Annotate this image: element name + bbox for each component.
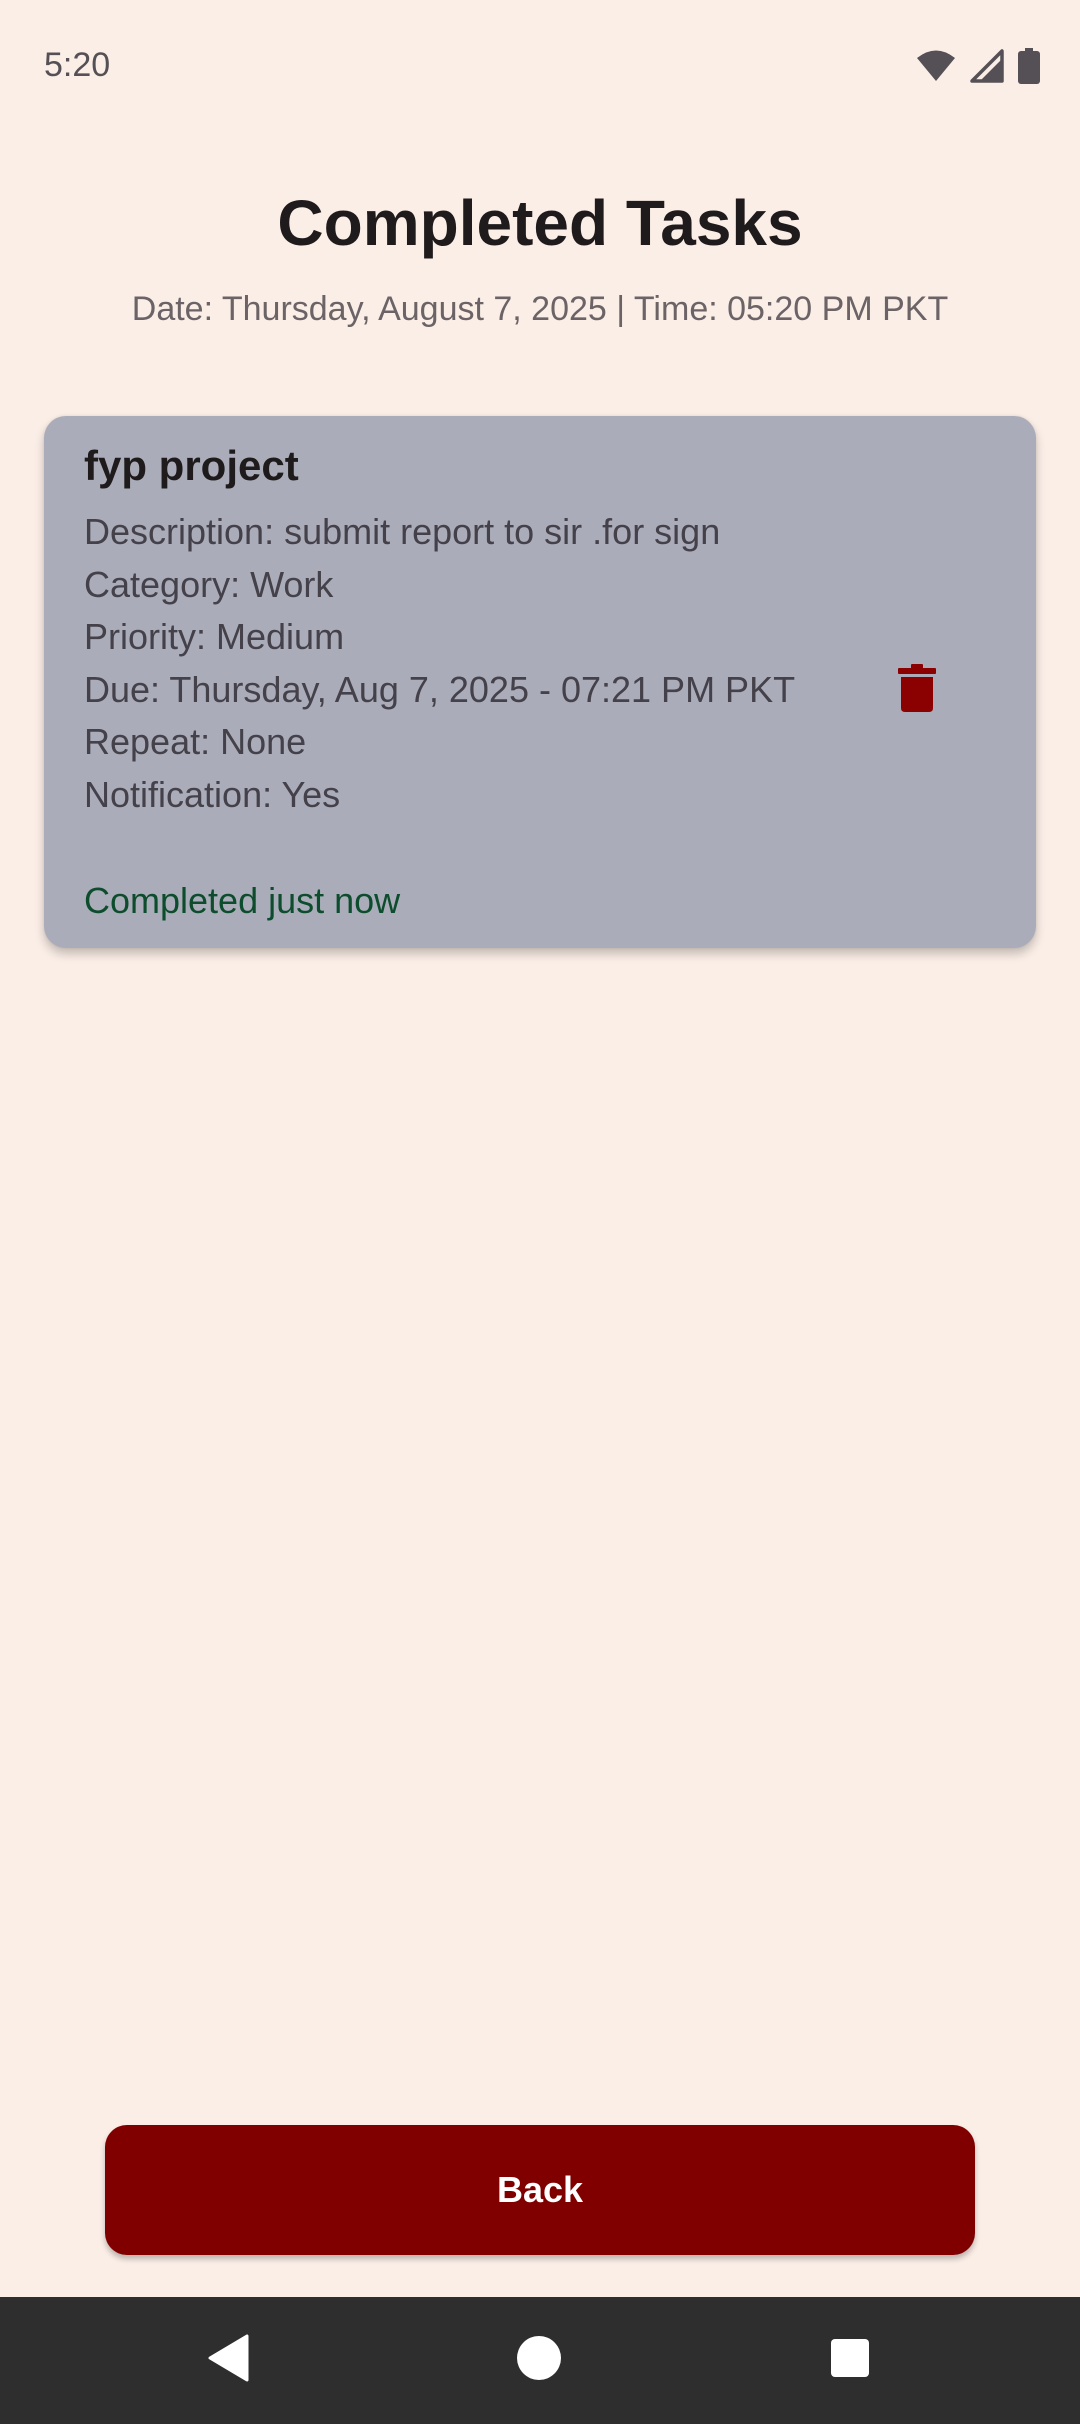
task-priority: Priority: Medium: [84, 616, 345, 657]
date-time-subtitle: Date: Thursday, August 7, 2025 | Time: 0…: [131, 290, 949, 328]
task-repeat: Repeat: None: [84, 721, 307, 762]
back-button[interactable]: Back: [105, 2125, 975, 2255]
status-time: 5:20: [44, 46, 111, 84]
task-details: Description: submit report to sir .for s…: [84, 506, 804, 821]
battery-icon: [1018, 48, 1040, 84]
page-title: Completed Tasks: [277, 187, 803, 259]
home-circle-icon: [516, 2335, 562, 2386]
task-due: Due: Thursday, Aug 7, 2025 - 07:21 PM PK…: [84, 668, 796, 710]
cell-signal-icon: [970, 49, 1004, 83]
task-completed-status: Completed just now: [84, 880, 401, 921]
wifi-icon: [916, 49, 956, 83]
nav-recents-button[interactable]: [790, 2297, 910, 2424]
trash-icon: [898, 663, 936, 717]
task-category: Category: Work: [84, 563, 334, 605]
task-notification: Notification: Yes: [84, 773, 341, 815]
delete-task-button[interactable]: [882, 652, 952, 728]
back-triangle-icon: [207, 2334, 249, 2387]
system-nav-bar: [0, 2297, 1080, 2424]
task-description: Description: submit report to sir .for s…: [84, 511, 721, 552]
task-title: fyp project: [84, 442, 299, 489]
nav-back-button[interactable]: [168, 2297, 288, 2424]
status-icons: [916, 48, 1040, 84]
nav-home-button[interactable]: [479, 2297, 599, 2424]
status-bar: 5:20: [0, 0, 1080, 136]
completed-task-card: fyp project Description: submit report t…: [44, 416, 1036, 948]
recents-square-icon: [830, 2338, 870, 2383]
